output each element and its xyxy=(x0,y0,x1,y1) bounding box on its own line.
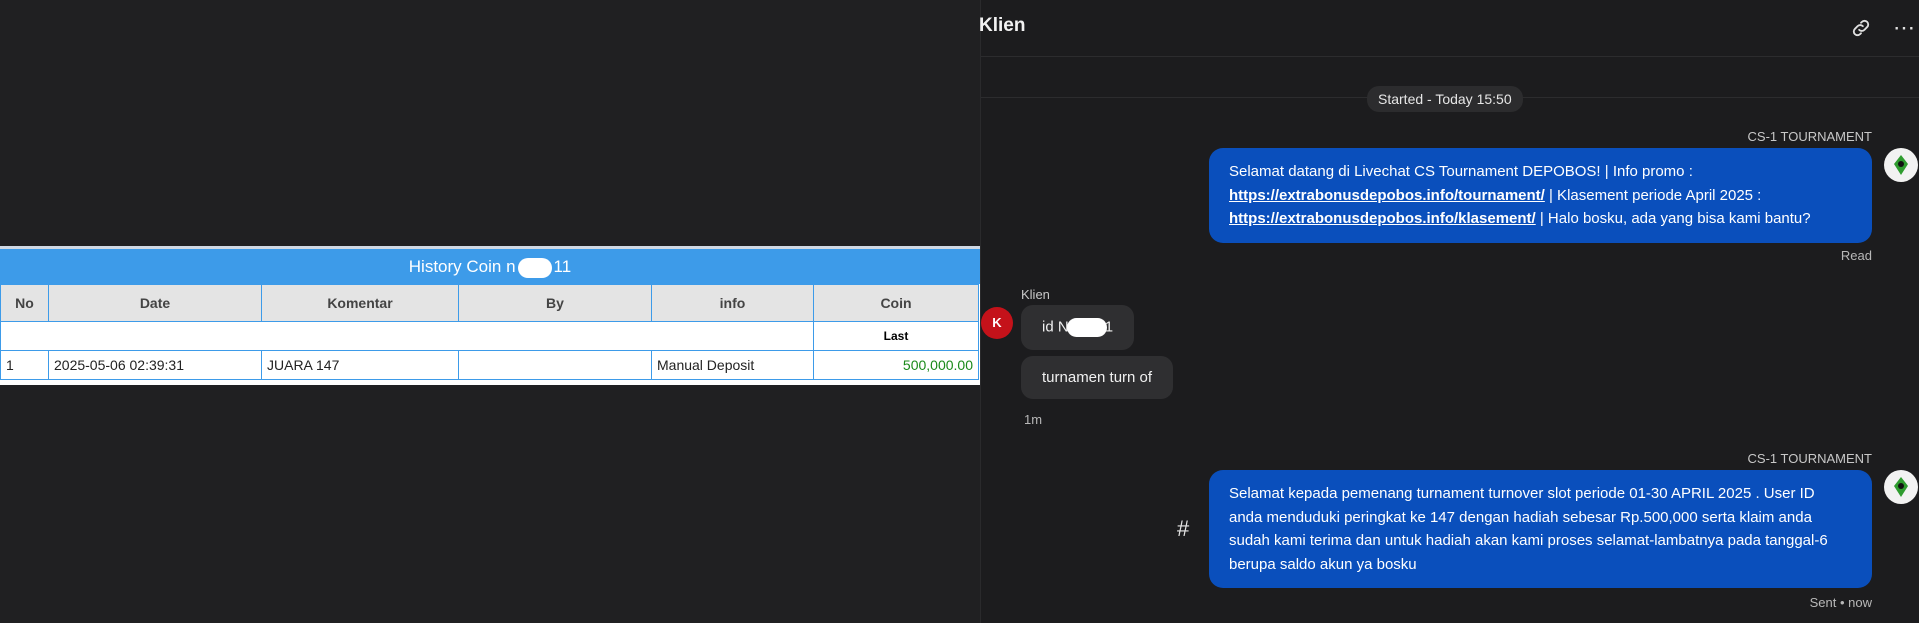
table-subheader-row: Last xyxy=(0,321,979,351)
history-table: No Date Komentar By info Coin Last 1 202… xyxy=(0,284,979,380)
history-title: History Coin n 11 xyxy=(0,249,980,284)
agent-sender-label: CS-1 TOURNAMENT xyxy=(1747,129,1872,144)
history-coin-panel: History Coin n 11 No Date Komentar By inf… xyxy=(0,246,980,385)
column-header-by[interactable]: By xyxy=(458,284,652,322)
user-avatar: K xyxy=(981,307,1013,339)
chat-title: Klien xyxy=(979,15,1026,36)
column-header-coin[interactable]: Coin xyxy=(813,284,979,322)
redaction-mark xyxy=(517,257,552,278)
message-text: 1 xyxy=(1104,318,1114,336)
column-header-no[interactable]: No xyxy=(0,284,49,322)
table-row: 1 2025-05-06 02:39:31 JUARA 147 Manual D… xyxy=(0,350,979,380)
subheader-spacer xyxy=(0,321,814,351)
agent-message-bubble: Selamat datang di Livechat CS Tournament… xyxy=(1209,148,1872,243)
user-sender-label: Klien xyxy=(1021,287,1050,302)
column-header-date[interactable]: Date xyxy=(48,284,262,322)
history-title-prefix: History Coin n xyxy=(408,257,516,276)
redaction-mark xyxy=(1066,318,1107,337)
cell-no: 1 xyxy=(0,350,49,380)
message-text: id N xyxy=(1042,318,1069,336)
sent-status: Sent • now xyxy=(1809,595,1872,610)
bot-logo-icon xyxy=(1894,477,1908,497)
history-title-suffix: 11 xyxy=(553,257,572,276)
cell-info: Manual Deposit xyxy=(651,350,814,380)
chat-header: Klien ⋯ xyxy=(979,0,1919,57)
user-message-bubble: turnamen turn of xyxy=(1021,356,1174,399)
user-message-bubble: id N 1 xyxy=(1021,305,1135,350)
cell-by xyxy=(458,350,652,380)
message-text: | Klasement periode April 2025 : xyxy=(1544,186,1762,204)
table-header-row: No Date Komentar By info Coin xyxy=(0,284,979,322)
chat-pane: Klien ⋯ Started - Today 15:50 CS-1 TOURN… xyxy=(979,0,1919,623)
message-time: 1m xyxy=(1024,412,1043,427)
column-header-info[interactable]: info xyxy=(651,284,814,322)
message-text: Selamat kepada pemenang turnament turnov… xyxy=(1229,485,1828,573)
link-icon[interactable] xyxy=(1850,17,1872,39)
bot-logo-icon xyxy=(1894,155,1908,175)
agent-avatar xyxy=(1884,470,1918,504)
agent-message-bubble: Selamat kepada pemenang turnament turnov… xyxy=(1209,470,1872,588)
hash-icon[interactable]: # xyxy=(1177,516,1189,542)
cell-coin: 500,000.00 xyxy=(813,350,979,380)
column-header-komentar[interactable]: Komentar xyxy=(261,284,459,322)
more-icon[interactable]: ⋯ xyxy=(1893,15,1916,41)
left-pane: History Coin n 11 No Date Komentar By inf… xyxy=(0,0,980,623)
klasement-link[interactable]: https://extrabonusdepobos.info/klasement… xyxy=(1229,210,1536,227)
agent-avatar xyxy=(1884,148,1918,182)
subheader-last: Last xyxy=(813,321,979,351)
read-status: Read xyxy=(1840,248,1872,263)
cell-komentar: JUARA 147 xyxy=(261,350,459,380)
conversation-started-badge: Started - Today 15:50 xyxy=(1367,86,1523,112)
cell-date: 2025-05-06 02:39:31 xyxy=(48,350,262,380)
tournament-link[interactable]: https://extrabonusdepobos.info/tournamen… xyxy=(1229,187,1545,204)
message-text: Selamat datang di Livechat CS Tournament… xyxy=(1229,163,1693,180)
message-text: | Halo bosku, ada yang bisa kami bantu? xyxy=(1535,210,1811,227)
agent-sender-label: CS-1 TOURNAMENT xyxy=(1747,451,1872,466)
